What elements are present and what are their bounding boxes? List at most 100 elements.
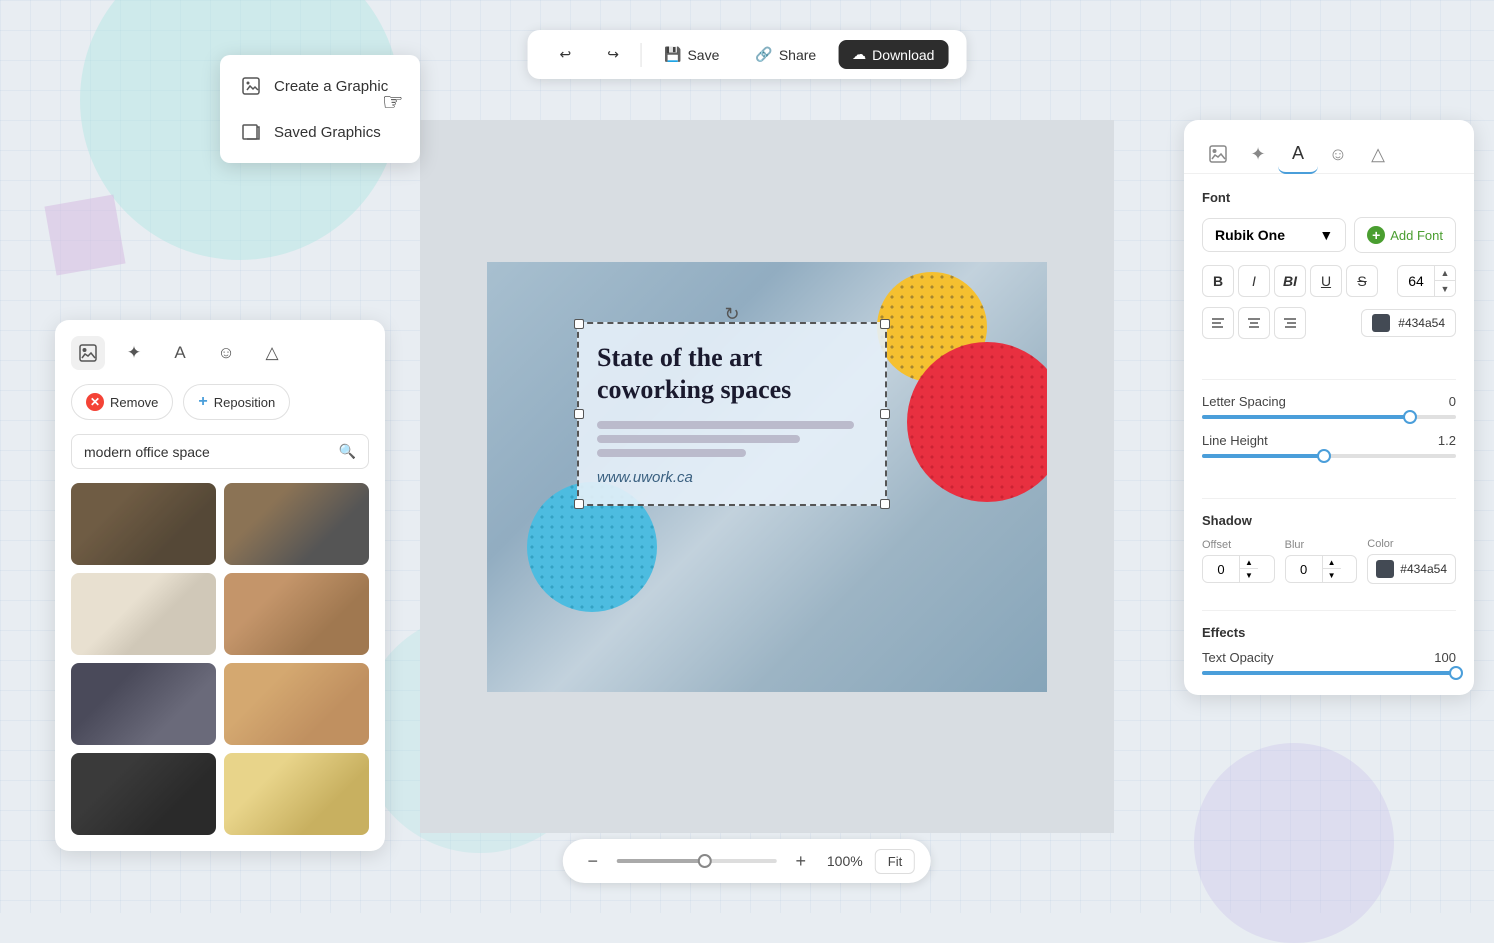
shadow-color-hex: #434a54	[1400, 562, 1447, 576]
saved-graphics-label: Saved Graphics	[274, 124, 381, 141]
image-thumb-6[interactable]	[224, 663, 369, 745]
rotate-handle[interactable]: ↻	[724, 304, 739, 325]
shadow-offset-down[interactable]: ▼	[1240, 569, 1258, 582]
image-thumb-8[interactable]	[224, 753, 369, 835]
share-button[interactable]: 🔗 Share	[741, 40, 830, 69]
line-height-control: Line Height 1.2	[1202, 433, 1456, 458]
handle-bottom-left[interactable]	[574, 499, 584, 509]
bold-button[interactable]: B	[1202, 265, 1234, 297]
image-thumb-1[interactable]	[71, 483, 216, 565]
letter-spacing-control: Letter Spacing 0	[1202, 394, 1456, 419]
save-button[interactable]: 💾 Save	[650, 40, 733, 69]
handle-left[interactable]	[574, 409, 584, 419]
graphic-canvas[interactable]: ↻ State of the art coworking spaces www.…	[487, 262, 1047, 692]
right-tab-pin[interactable]: ✦	[1238, 134, 1278, 174]
shadow-blur-label: Blur	[1285, 539, 1358, 551]
shadow-color-swatch[interactable]: #434a54	[1367, 554, 1456, 584]
shadow-blur-down[interactable]: ▼	[1323, 569, 1341, 582]
handle-right[interactable]	[880, 409, 890, 419]
right-panel-tabs: ✦ A ☺ △	[1184, 120, 1474, 174]
line-height-label: Line Height	[1202, 433, 1268, 448]
shadow-blur-input[interactable]	[1286, 557, 1322, 582]
handle-top-right[interactable]	[880, 319, 890, 329]
panel-tab-magic[interactable]: ✦	[117, 336, 151, 370]
align-center-button[interactable]	[1238, 307, 1270, 339]
zoom-fit-button[interactable]: Fit	[875, 849, 915, 874]
search-input[interactable]	[84, 444, 331, 460]
save-label: Save	[687, 47, 719, 63]
share-icon: 🔗	[755, 46, 772, 63]
search-icon: 🔍	[339, 443, 356, 460]
image-thumb-3[interactable]	[71, 573, 216, 655]
right-tab-text[interactable]: A	[1278, 134, 1318, 174]
shadow-offset-input[interactable]	[1203, 557, 1239, 582]
strikethrough-button[interactable]: S	[1346, 265, 1378, 297]
undo-button[interactable]: ↩	[546, 40, 586, 69]
shadow-row: Offset ▲ ▼ Blur ▲ ▼	[1202, 538, 1456, 584]
format-row: B I BI U S ▲ ▼	[1202, 265, 1456, 297]
opacity-fill	[1202, 671, 1456, 675]
remove-icon: ✕	[86, 393, 104, 411]
share-label: Share	[779, 47, 816, 63]
opacity-value: 100	[1434, 650, 1456, 665]
image-thumb-7[interactable]	[71, 753, 216, 835]
text-box[interactable]: ↻ State of the art coworking spaces www.…	[577, 322, 887, 506]
letter-spacing-section: Letter Spacing 0 Line Height 1.2	[1184, 394, 1474, 488]
image-thumb-2[interactable]	[224, 483, 369, 565]
font-size-down[interactable]: ▼	[1435, 281, 1455, 296]
letter-spacing-track[interactable]	[1202, 415, 1456, 419]
top-toolbar: ↩ ↪ 💾 Save 🔗 Share ☁ Download	[528, 30, 967, 79]
letter-spacing-fill	[1202, 415, 1410, 419]
redo-button[interactable]: ↪	[593, 40, 633, 69]
zoom-out-button[interactable]: −	[579, 847, 607, 875]
download-button[interactable]: ☁ Download	[838, 40, 948, 69]
add-font-label: Add Font	[1390, 228, 1443, 243]
right-tab-emoji[interactable]: ☺	[1318, 134, 1358, 174]
shadow-blur-col: Blur ▲ ▼	[1285, 539, 1358, 583]
divider-2	[1202, 498, 1456, 499]
shadow-color-label: Color	[1367, 538, 1456, 550]
underline-button[interactable]: U	[1310, 265, 1342, 297]
zoom-slider[interactable]	[617, 859, 777, 863]
align-right-button[interactable]	[1274, 307, 1306, 339]
shadow-offset-up[interactable]: ▲	[1240, 556, 1258, 569]
image-thumb-5[interactable]	[71, 663, 216, 745]
shadow-blur-up[interactable]: ▲	[1323, 556, 1341, 569]
font-size-up[interactable]: ▲	[1435, 266, 1455, 281]
add-font-button[interactable]: + Add Font	[1354, 217, 1456, 253]
bold-italic-button[interactable]: BI	[1274, 265, 1306, 297]
right-tab-image[interactable]	[1198, 134, 1238, 174]
text-line-1	[597, 421, 854, 429]
panel-tab-shape[interactable]: △	[255, 336, 289, 370]
bold-italic-label: BI	[1283, 273, 1297, 289]
text-color-swatch[interactable]: #434a54	[1361, 309, 1456, 337]
right-tab-shape[interactable]: △	[1358, 134, 1398, 174]
handle-top-left[interactable]	[574, 319, 584, 329]
remove-button[interactable]: ✕ Remove	[71, 384, 173, 420]
font-dropdown[interactable]: Rubik One ▼	[1202, 218, 1346, 252]
letter-spacing-thumb	[1403, 410, 1417, 424]
italic-button[interactable]: I	[1238, 265, 1270, 297]
font-name: Rubik One	[1215, 227, 1285, 243]
left-panel: ✦ A ☺ △ ✕ Remove + Reposition 🔍	[55, 320, 385, 851]
reposition-button[interactable]: + Reposition	[183, 384, 290, 420]
panel-tab-emoji[interactable]: ☺	[209, 336, 243, 370]
opacity-track[interactable]	[1202, 671, 1456, 675]
zoom-slider-thumb	[698, 854, 712, 868]
bold-label: B	[1213, 273, 1223, 289]
shadow-offset-arrows: ▲ ▼	[1239, 556, 1258, 582]
font-size-input[interactable]	[1398, 268, 1434, 294]
handle-bottom-right[interactable]	[880, 499, 890, 509]
align-left-button[interactable]	[1202, 307, 1234, 339]
font-section-label: Font	[1202, 190, 1456, 205]
zoom-in-button[interactable]: +	[787, 847, 815, 875]
panel-tab-image[interactable]	[71, 336, 105, 370]
text-line-2	[597, 435, 800, 443]
text-line-3	[597, 449, 746, 457]
line-height-track[interactable]	[1202, 454, 1456, 458]
right-panel: ✦ A ☺ △ Font Rubik One ▼ + Add Font B I	[1184, 120, 1474, 695]
image-thumb-4[interactable]	[224, 573, 369, 655]
panel-tab-text[interactable]: A	[163, 336, 197, 370]
font-section: Font Rubik One ▼ + Add Font B I BI U	[1184, 190, 1474, 369]
reposition-label: Reposition	[214, 395, 275, 410]
